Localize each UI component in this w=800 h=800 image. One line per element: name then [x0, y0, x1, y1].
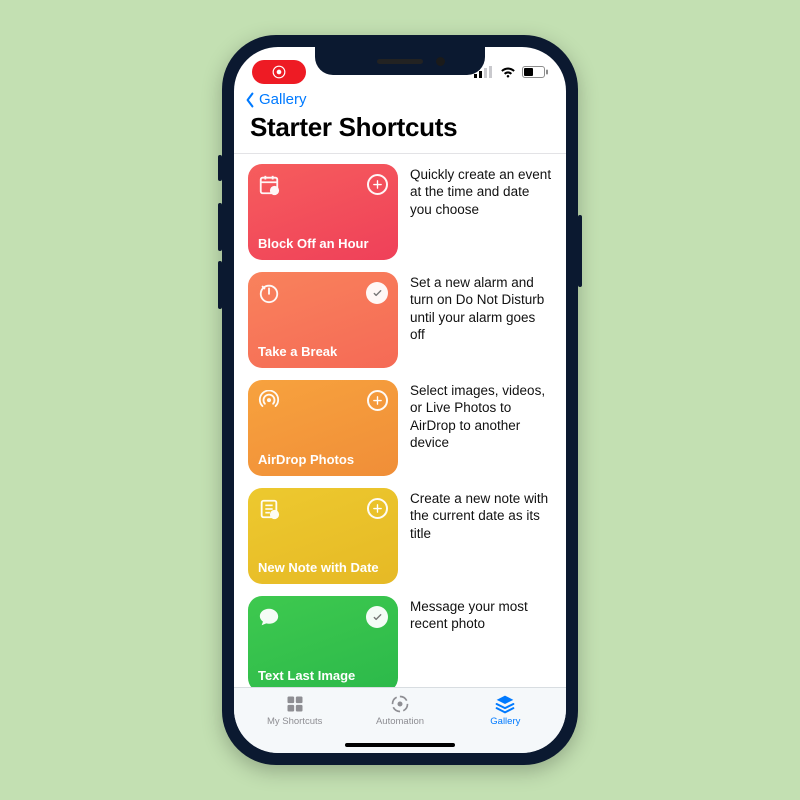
add-shortcut-button[interactable] [367, 498, 388, 519]
shortcut-description: Quickly create an event at the time and … [410, 164, 552, 218]
shortcut-icon [258, 174, 280, 201]
automation-icon [389, 694, 411, 714]
shortcut-row: New Note with Date Create a new note with… [234, 478, 566, 586]
phone-frame: Gallery Starter Shortcuts Block Off an H… [222, 35, 578, 765]
home-indicator[interactable] [345, 743, 455, 747]
battery-icon [522, 66, 548, 78]
shortcuts-list[interactable]: Block Off an Hour Quickly create an event… [234, 154, 566, 687]
shortcut-card[interactable]: New Note with Date [248, 488, 398, 584]
tab-bar: My Shortcuts Automation Gallery [234, 687, 566, 753]
shortcut-icon [258, 390, 280, 417]
shortcut-card[interactable]: AirDrop Photos [248, 380, 398, 476]
shortcut-label: Text Last Image [258, 669, 388, 683]
shortcut-label: Block Off an Hour [258, 237, 388, 251]
wifi-icon [499, 66, 517, 78]
shortcut-row: AirDrop Photos Select images, videos, or … [234, 370, 566, 478]
nav-back-label: Gallery [259, 91, 307, 108]
chevron-left-icon [244, 92, 256, 108]
shortcut-label: New Note with Date [258, 561, 388, 575]
tab-label: My Shortcuts [267, 716, 322, 727]
shortcut-label: AirDrop Photos [258, 453, 388, 467]
volume-down-button[interactable] [218, 261, 222, 309]
shortcut-description: Set a new alarm and turn on Do Not Distu… [410, 272, 552, 343]
tab-label: Automation [376, 716, 424, 727]
plus-icon [372, 395, 383, 406]
add-shortcut-button[interactable] [367, 390, 388, 411]
shortcut-card[interactable]: Text Last Image [248, 596, 398, 687]
plus-icon [372, 179, 383, 190]
mute-switch[interactable] [218, 155, 222, 181]
power-button[interactable] [578, 215, 582, 287]
plus-icon [372, 503, 383, 514]
shortcut-icon [258, 498, 280, 525]
shortcut-icon [258, 282, 280, 309]
check-icon [372, 288, 383, 299]
shortcut-row: Text Last Image Message your most recent … [234, 586, 566, 687]
add-shortcut-button[interactable] [367, 174, 388, 195]
screen: Gallery Starter Shortcuts Block Off an H… [234, 47, 566, 753]
gallery-icon [494, 694, 516, 714]
notch [315, 47, 485, 75]
shortcut-description: Create a new note with the current date … [410, 488, 552, 542]
shortcut-card[interactable]: Take a Break [248, 272, 398, 368]
add-shortcut-button[interactable] [366, 282, 388, 304]
tab-gallery[interactable]: Gallery [460, 694, 550, 727]
shortcut-label: Take a Break [258, 345, 388, 359]
volume-up-button[interactable] [218, 203, 222, 251]
tab-my-shortcuts[interactable]: My Shortcuts [250, 694, 340, 727]
shortcut-icon [258, 606, 280, 633]
check-icon [372, 612, 383, 623]
record-icon [272, 65, 286, 79]
screen-record-pill[interactable] [252, 60, 306, 84]
tab-automation[interactable]: Automation [355, 694, 445, 727]
shortcut-row: Block Off an Hour Quickly create an event… [234, 154, 566, 262]
tab-label: Gallery [490, 716, 520, 727]
shortcut-row: Take a Break Set a new alarm and turn on … [234, 262, 566, 370]
shortcut-description: Message your most recent photo [410, 596, 552, 633]
nav-back[interactable]: Gallery [234, 87, 566, 108]
page-title: Starter Shortcuts [234, 108, 566, 154]
shortcut-description: Select images, videos, or Live Photos to… [410, 380, 552, 451]
shortcut-card[interactable]: Block Off an Hour [248, 164, 398, 260]
add-shortcut-button[interactable] [366, 606, 388, 628]
grid-icon [284, 694, 306, 714]
